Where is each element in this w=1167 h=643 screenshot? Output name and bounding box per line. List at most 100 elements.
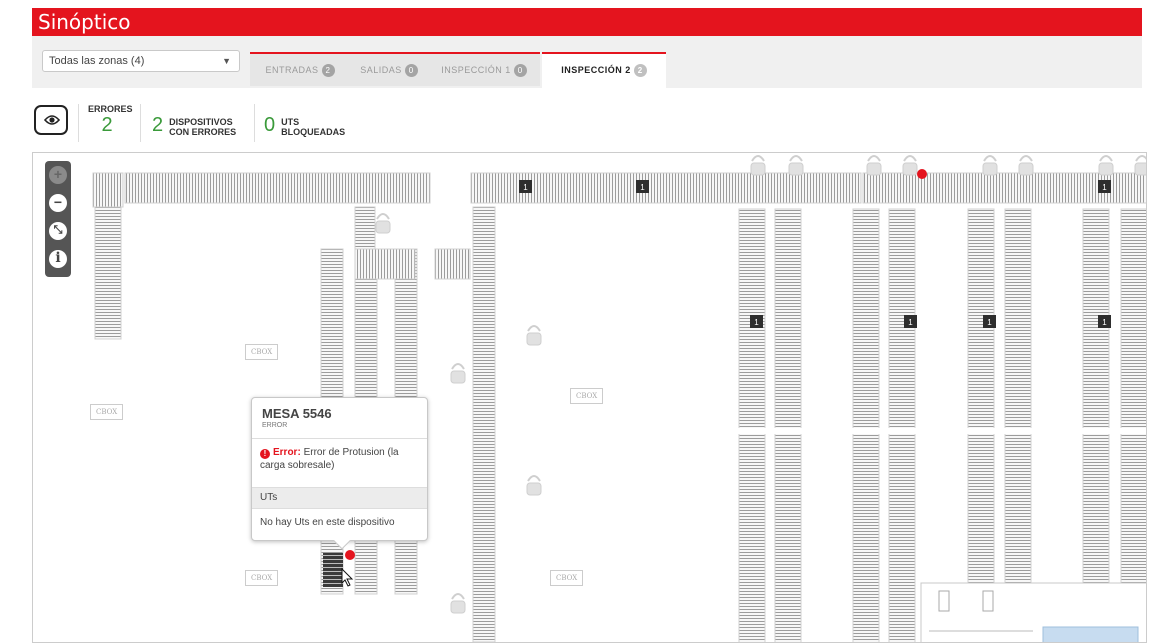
conveyor-segment[interactable] bbox=[738, 208, 766, 643]
zoom-controls: + − ⤡ i bbox=[45, 161, 71, 277]
zoom-in-button[interactable]: + bbox=[49, 166, 67, 184]
popup-uts-header: UTs bbox=[252, 487, 427, 509]
shuttle-robot-icon[interactable] bbox=[982, 155, 998, 176]
error-indicator[interactable] bbox=[917, 169, 927, 179]
cbox-label: CBOX bbox=[550, 570, 584, 586]
shuttle-robot-icon[interactable] bbox=[902, 155, 918, 176]
svg-text:1: 1 bbox=[987, 318, 992, 327]
popup-title: MESA 5546 bbox=[262, 406, 332, 421]
tab-count-badge: 0 bbox=[513, 64, 527, 78]
stat-label: ERRORES bbox=[88, 104, 133, 114]
toolbar: Todas las zonas (4) ▼ ENTRADAS 2 SALIDAS 0… bbox=[32, 36, 1142, 88]
svg-text:1: 1 bbox=[640, 183, 645, 192]
tab-count-badge: 0 bbox=[404, 64, 418, 78]
stat-value: 0 bbox=[264, 114, 276, 136]
stat-value: 2 bbox=[101, 114, 113, 136]
tab-count-badge: 2 bbox=[321, 64, 335, 78]
tab-label: ENTRADAS bbox=[265, 65, 319, 75]
stats-bar: ERRORES 2 2 DISPOSITIVOS CON ERRORES 0 U… bbox=[32, 100, 432, 146]
conveyor-segment[interactable] bbox=[434, 248, 471, 280]
shuttle-robot-icon[interactable] bbox=[1018, 155, 1034, 176]
conveyor-segment[interactable] bbox=[354, 248, 416, 280]
zoom-out-button[interactable]: − bbox=[49, 194, 67, 212]
cbox-label: CBOX bbox=[90, 404, 124, 420]
shuttle-robot-icon[interactable] bbox=[1098, 155, 1114, 176]
count-marker[interactable]: 1 bbox=[904, 315, 917, 328]
conveyor-segment[interactable] bbox=[852, 208, 880, 643]
conveyor-segment[interactable] bbox=[1004, 208, 1032, 643]
synoptic-map[interactable]: 1 1 1 1 1 1 1 CBOX CBOX CBOX CBOX CBOX + − ⤡ i… bbox=[32, 152, 1147, 643]
tab-label: SALIDAS bbox=[360, 65, 402, 75]
visibility-toggle-button[interactable] bbox=[34, 105, 68, 135]
conveyor-segment[interactable] bbox=[92, 172, 124, 208]
popup-uts-empty: No hay Uts en este dispositivo bbox=[260, 517, 395, 528]
svg-text:1: 1 bbox=[908, 318, 913, 327]
conveyor-segment[interactable] bbox=[472, 206, 496, 642]
stat-value: 2 bbox=[152, 114, 164, 136]
tab-salidas[interactable]: SALIDAS 0 bbox=[350, 52, 428, 86]
stat-label: BLOQUEADAS bbox=[281, 127, 346, 137]
tab-label: INSPECCIÓN 2 bbox=[561, 65, 631, 75]
count-marker[interactable]: 1 bbox=[750, 315, 763, 328]
cbox-label: CBOX bbox=[245, 344, 279, 360]
conveyor-segment[interactable] bbox=[888, 208, 916, 643]
divider bbox=[78, 104, 79, 142]
count-marker[interactable]: 1 bbox=[519, 180, 532, 193]
eye-icon bbox=[44, 115, 60, 125]
shuttle-robot-icon[interactable] bbox=[450, 363, 466, 384]
count-marker[interactable]: 1 bbox=[983, 315, 996, 328]
shuttle-robot-icon[interactable] bbox=[450, 593, 466, 614]
shuttle-robot-icon[interactable] bbox=[866, 155, 882, 176]
zone-select-value: Todas las zonas (4) bbox=[49, 55, 145, 67]
conveyor-segment[interactable] bbox=[124, 172, 431, 204]
cbox-label: CBOX bbox=[570, 388, 604, 404]
conveyor-segment[interactable] bbox=[1120, 208, 1147, 643]
shuttle-robot-icon[interactable] bbox=[788, 155, 804, 176]
fit-view-button[interactable]: ⤡ bbox=[49, 222, 67, 240]
tab-entradas[interactable]: ENTRADAS 2 bbox=[250, 52, 350, 86]
popup-status: ERROR bbox=[262, 422, 288, 429]
svg-text:1: 1 bbox=[1102, 183, 1107, 192]
cbox-label: CBOX bbox=[245, 570, 279, 586]
aisle-gap[interactable] bbox=[733, 428, 1147, 434]
tab-label: INSPECCIÓN 1 bbox=[441, 65, 511, 75]
shuttle-robot-icon[interactable] bbox=[526, 475, 542, 496]
minimap[interactable] bbox=[920, 582, 1147, 643]
info-button[interactable]: i bbox=[49, 250, 67, 268]
count-marker[interactable]: 1 bbox=[1098, 180, 1111, 193]
conveyor-segment[interactable] bbox=[94, 206, 122, 340]
app: Sinóptico Todas las zonas (4) ▼ ENTRADAS… bbox=[0, 0, 1167, 643]
divider bbox=[252, 438, 427, 439]
device-popup: MESA 5546 ERROR ! Error: Error de Protusi… bbox=[251, 397, 428, 550]
conveyor-segment[interactable] bbox=[774, 208, 802, 643]
chevron-down-icon: ▼ bbox=[222, 56, 231, 66]
count-marker[interactable]: 1 bbox=[636, 180, 649, 193]
error-indicator[interactable] bbox=[345, 550, 355, 560]
stat-label: UTS bbox=[281, 117, 300, 127]
conveyor-segment[interactable] bbox=[1082, 208, 1110, 643]
count-marker[interactable]: 1 bbox=[1098, 315, 1111, 328]
divider bbox=[254, 104, 255, 142]
shuttle-robot-icon[interactable] bbox=[750, 155, 766, 176]
shuttle-robot-icon[interactable] bbox=[1134, 155, 1147, 176]
tab-inspeccion-1[interactable]: INSPECCIÓN 10 bbox=[428, 52, 540, 86]
svg-text:1: 1 bbox=[754, 318, 759, 327]
popup-error-message: ! Error: Error de Protusion (la carga sob… bbox=[260, 446, 420, 472]
divider bbox=[140, 104, 141, 142]
tab-count-badge: 2 bbox=[633, 64, 647, 78]
stat-errors: ERRORES 2 bbox=[88, 104, 133, 136]
stat-label: DISPOSITIVOS bbox=[169, 117, 233, 127]
svg-text:1: 1 bbox=[523, 183, 528, 192]
error-icon: ! bbox=[260, 449, 270, 459]
stat-uts-blocked: 0 UTS BLOQUEADAS bbox=[264, 114, 345, 137]
tab-inspeccion-2[interactable]: INSPECCIÓN 22 bbox=[542, 52, 666, 88]
error-prefix: Error: bbox=[273, 447, 301, 458]
selected-device-mesa[interactable] bbox=[323, 553, 343, 587]
shuttle-robot-icon[interactable] bbox=[526, 325, 542, 346]
conveyor-segment[interactable] bbox=[967, 208, 995, 643]
zone-select[interactable]: Todas las zonas (4) ▼ bbox=[42, 50, 240, 72]
stat-devices-errors: 2 DISPOSITIVOS CON ERRORES bbox=[152, 114, 236, 137]
svg-text:1: 1 bbox=[1102, 318, 1107, 327]
page-title: Sinóptico bbox=[32, 8, 1142, 36]
shuttle-robot-icon[interactable] bbox=[375, 213, 391, 234]
